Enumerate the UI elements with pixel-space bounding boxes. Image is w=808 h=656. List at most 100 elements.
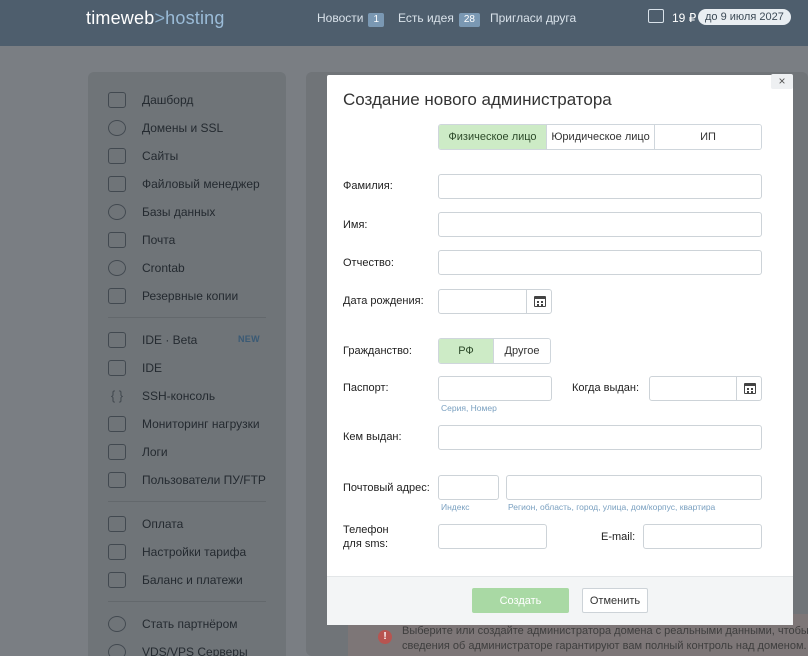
sidebar-item-monitoring[interactable]: Мониторинг нагрузки bbox=[108, 413, 260, 435]
mail-icon bbox=[108, 232, 126, 248]
birthdate-label: Дата рождения: bbox=[343, 295, 424, 307]
sidebar-item-databases[interactable]: Базы данных bbox=[108, 201, 215, 223]
sidebar-item-label: Пользователи ПУ/FTP bbox=[142, 473, 266, 487]
passport-label: Паспорт: bbox=[343, 382, 389, 394]
sidebar-item-balance[interactable]: Баланс и платежи bbox=[108, 569, 243, 591]
logo-product: hosting bbox=[165, 8, 225, 28]
sidebar-item-ide[interactable]: IDE bbox=[108, 357, 162, 379]
alert-text-line1: Выберите или создайте администратора дом… bbox=[402, 625, 808, 637]
partner-icon bbox=[108, 616, 126, 632]
document-icon bbox=[108, 572, 126, 588]
logo[interactable]: timeweb>hosting bbox=[86, 8, 225, 29]
sidebar-divider bbox=[108, 501, 266, 502]
cancel-button[interactable]: Отменить bbox=[582, 588, 648, 613]
sidebar-item-sites[interactable]: Сайты bbox=[108, 145, 178, 167]
tab-ip[interactable]: ИП bbox=[655, 125, 761, 149]
postal-address-input[interactable] bbox=[506, 475, 762, 500]
logo-brand: timeweb bbox=[86, 8, 155, 28]
nav-news-label: Новости bbox=[317, 11, 364, 25]
balance: 19 ₽ bbox=[672, 11, 697, 25]
sidebar-item-crontab[interactable]: Crontab bbox=[108, 257, 185, 279]
citizenship-other[interactable]: Другое bbox=[494, 339, 550, 363]
calendar-icon bbox=[743, 383, 756, 394]
sidebar-item-label: IDE bbox=[142, 361, 163, 375]
sidebar-item-label: Стать партнёром bbox=[142, 617, 238, 631]
sidebar-item-mail[interactable]: Почта bbox=[108, 229, 175, 251]
sidebar-item-vds[interactable]: VDS/VPS Серверы bbox=[108, 641, 248, 656]
issued-when-calendar-button[interactable] bbox=[736, 376, 762, 401]
chart-icon bbox=[108, 416, 126, 432]
history-icon bbox=[108, 260, 126, 276]
calendar-icon bbox=[533, 296, 546, 307]
braces-icon: { } bbox=[110, 388, 124, 403]
create-button[interactable]: Создать bbox=[472, 588, 569, 613]
email-input[interactable] bbox=[643, 524, 762, 549]
birthdate-calendar-button[interactable] bbox=[526, 289, 552, 314]
tab-individual[interactable]: Физическое лицо bbox=[439, 125, 547, 149]
issued-by-label: Кем выдан: bbox=[343, 431, 402, 443]
sidebar-item-file-manager[interactable]: Файловый менеджер bbox=[108, 173, 260, 195]
sidebar-item-tariff[interactable]: Настройки тарифа bbox=[108, 541, 246, 563]
surname-input[interactable] bbox=[438, 174, 762, 199]
sidebar-item-partner[interactable]: Стать партнёром bbox=[108, 613, 238, 635]
folder-icon bbox=[108, 176, 126, 192]
sidebar-item-payment[interactable]: Оплата bbox=[108, 513, 183, 535]
phone-label-line2: для sms: bbox=[343, 538, 389, 550]
name-label: Имя: bbox=[343, 219, 368, 231]
logo-separator: > bbox=[154, 8, 166, 28]
sidebar-item-logs[interactable]: Логи bbox=[108, 441, 168, 463]
modal-title: Создание нового администратора bbox=[343, 90, 612, 109]
postal-label: Почтовый адрес: bbox=[343, 482, 430, 494]
sidebar-item-label: Резервные копии bbox=[142, 289, 239, 303]
postal-index-input[interactable] bbox=[438, 475, 499, 500]
nav-invite-label: Пригласи друга bbox=[490, 11, 577, 25]
postal-index-hint: Индекс bbox=[441, 502, 470, 512]
nav-idea-label: Есть идея bbox=[398, 11, 454, 25]
cloud-icon bbox=[108, 644, 126, 656]
logs-icon bbox=[108, 444, 126, 460]
sidebar-item-label: Базы данных bbox=[142, 205, 216, 219]
sidebar-item-ftp-users[interactable]: Пользователи ПУ/FTP bbox=[108, 469, 266, 491]
ide-icon bbox=[108, 332, 126, 348]
sidebar-item-dashboard[interactable]: Дашборд bbox=[108, 89, 193, 111]
sidebar-item-ide-beta[interactable]: IDE · Beta bbox=[108, 329, 197, 351]
entity-type-tabs: Физическое лицо Юридическое лицо ИП bbox=[438, 124, 762, 150]
sidebar-item-ssh[interactable]: { } SSH-консоль bbox=[108, 385, 215, 407]
sidebar-divider bbox=[108, 317, 266, 318]
database-icon bbox=[108, 204, 126, 220]
paid-until-badge[interactable]: до 9 июля 2027 bbox=[698, 9, 791, 25]
nav-invite[interactable]: Пригласи друга bbox=[490, 11, 576, 25]
ide-icon bbox=[108, 360, 126, 376]
patronymic-label: Отчество: bbox=[343, 257, 394, 269]
wallet-icon[interactable] bbox=[648, 9, 664, 23]
nav-news-badge: 1 bbox=[368, 13, 385, 27]
close-icon[interactable]: × bbox=[771, 74, 793, 89]
sidebar-divider bbox=[108, 601, 266, 602]
name-input[interactable] bbox=[438, 212, 762, 237]
sidebar-item-label: Дашборд bbox=[142, 93, 194, 107]
email-label: E-mail: bbox=[601, 531, 636, 543]
tab-legal-entity[interactable]: Юридическое лицо bbox=[547, 125, 655, 149]
sidebar-item-label: Мониторинг нагрузки bbox=[142, 417, 260, 431]
phone-input[interactable] bbox=[438, 524, 547, 549]
ftp-icon bbox=[108, 472, 126, 488]
globe-icon bbox=[108, 120, 126, 136]
patronymic-input[interactable] bbox=[438, 250, 762, 275]
dashboard-icon bbox=[108, 92, 126, 108]
sidebar-item-label: SSH-консоль bbox=[142, 389, 216, 403]
sidebar-item-backups[interactable]: Резервные копии bbox=[108, 285, 238, 307]
sidebar-item-label: Домены и SSL bbox=[142, 121, 224, 135]
nav-news[interactable]: Новости 1 bbox=[317, 11, 385, 27]
nav-idea[interactable]: Есть идея 28 bbox=[398, 11, 480, 27]
passport-input[interactable] bbox=[438, 376, 552, 401]
sidebar-item-domains[interactable]: Домены и SSL bbox=[108, 117, 223, 139]
phone-label-line1: Телефон bbox=[343, 524, 389, 536]
alert-icon: ! bbox=[378, 630, 392, 644]
citizenship-rf[interactable]: РФ bbox=[439, 339, 495, 363]
monitor-icon bbox=[108, 148, 126, 164]
sidebar-item-label: Логи bbox=[142, 445, 168, 459]
issued-when-label: Когда выдан: bbox=[572, 382, 640, 394]
passport-hint: Серия, Номер bbox=[441, 403, 497, 413]
issued-by-input[interactable] bbox=[438, 425, 762, 450]
nav-idea-badge: 28 bbox=[458, 13, 480, 27]
